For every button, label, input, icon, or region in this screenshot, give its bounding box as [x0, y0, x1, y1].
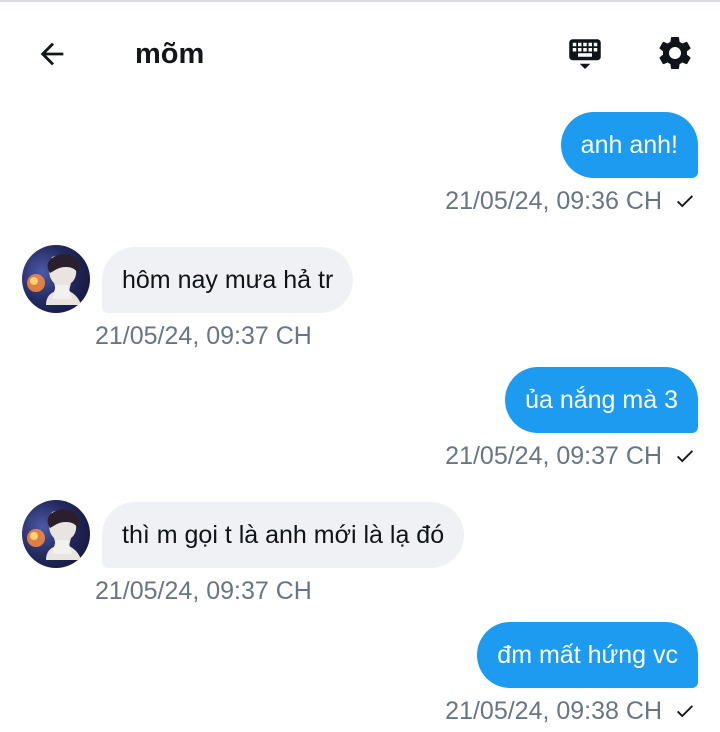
checkmark-icon: [674, 445, 696, 467]
gear-icon: [659, 36, 691, 69]
message-timestamp: 21/05/24, 09:36 CH: [445, 186, 696, 216]
checkmark-icon: [674, 190, 696, 212]
keyboard-icon: [569, 39, 601, 69]
timestamp-text: 21/05/24, 09:37 CH: [445, 442, 662, 470]
message-bubble-received[interactable]: thì m gọi t là anh mới là lạ đó: [102, 502, 465, 568]
message-text: ủa nắng mà 3: [525, 386, 678, 414]
timestamp-text: 21/05/24, 09:38 CH: [445, 697, 662, 725]
message-text: thì m gọi t là anh mới là lạ đó: [122, 521, 445, 549]
message-text: đm mất hứng vc: [497, 641, 678, 669]
timestamp-text: 21/05/24, 09:36 CH: [445, 187, 662, 215]
message-timestamp: 21/05/24, 09:37 CH: [95, 577, 312, 605]
message-bubble-sent[interactable]: đm mất hứng vc: [477, 622, 698, 688]
checkmark-icon: [674, 700, 696, 722]
contact-avatar[interactable]: [22, 500, 90, 568]
message-bubble-sent[interactable]: anh anh!: [560, 112, 698, 178]
contact-avatar[interactable]: [22, 245, 90, 313]
arrow-left-icon: [40, 42, 64, 66]
chat-header: mõm: [0, 0, 720, 104]
message-text: anh anh!: [580, 131, 678, 159]
back-button[interactable]: [30, 32, 74, 76]
conversation-title: mõm: [135, 38, 205, 70]
message-bubble-sent[interactable]: ủa nắng mà 3: [505, 367, 698, 433]
avatar-image: [27, 254, 81, 305]
message-bubble-received[interactable]: hôm nay mưa hả tr: [102, 247, 354, 313]
avatar-image: [27, 509, 81, 560]
message-timestamp: 21/05/24, 09:38 CH: [445, 696, 696, 726]
message-timestamp: 21/05/24, 09:37 CH: [445, 441, 696, 471]
settings-button[interactable]: [652, 30, 698, 76]
message-timestamp: 21/05/24, 09:37 CH: [95, 322, 312, 350]
keyboard-button[interactable]: [562, 32, 608, 78]
message-text: hôm nay mưa hả tr: [122, 266, 334, 294]
